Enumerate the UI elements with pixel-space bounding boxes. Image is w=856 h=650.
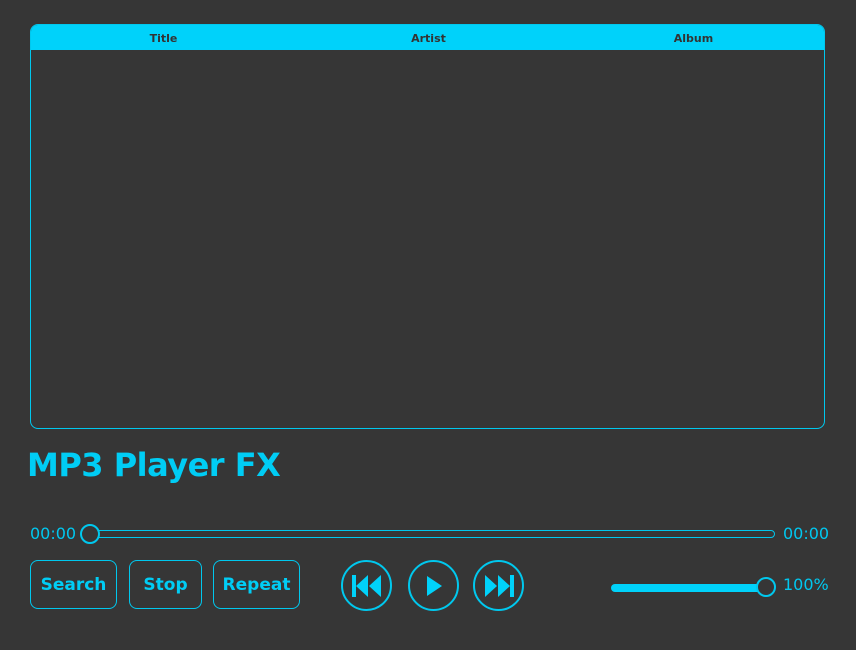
current-time: 00:00 [30,524,77,543]
play-icon [424,574,444,598]
previous-track-button[interactable] [341,560,392,611]
column-header-artist[interactable]: Artist [296,25,561,50]
playlist-body[interactable] [31,50,824,428]
volume-slider-thumb[interactable] [756,577,776,597]
skip-next-icon [482,574,516,598]
search-button[interactable]: Search [30,560,117,609]
next-track-button[interactable] [473,560,524,611]
total-time: 00:00 [783,524,830,543]
column-header-album[interactable]: Album [561,25,824,50]
stop-button[interactable]: Stop [129,560,202,609]
volume-level: 100% [783,575,829,594]
seek-slider-thumb[interactable] [80,524,100,544]
playlist-table[interactable]: Title Artist Album [30,24,825,429]
volume-slider-track[interactable] [611,584,767,592]
mp3-player-window: Title Artist Album MP3 Player FX 00:00 0… [0,0,856,650]
app-title: MP3 Player FX [27,446,281,484]
seek-slider-track[interactable] [86,530,775,538]
repeat-button[interactable]: Repeat [213,560,300,609]
playlist-header: Title Artist Album [31,25,824,50]
skip-previous-icon [350,574,384,598]
column-header-title[interactable]: Title [31,25,296,50]
play-button[interactable] [408,560,459,611]
